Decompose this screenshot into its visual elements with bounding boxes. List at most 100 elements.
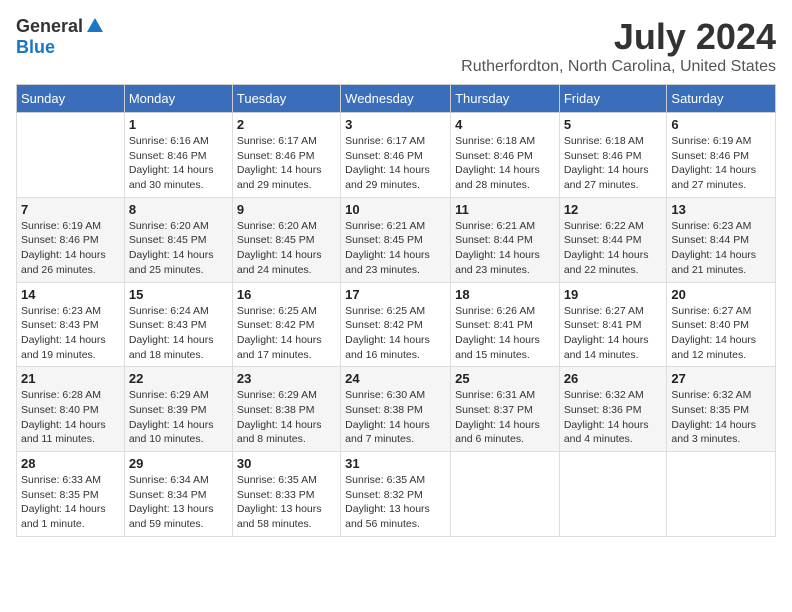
calendar-cell: 21 Sunrise: 6:28 AM Sunset: 8:40 PM Dayli…: [17, 367, 125, 452]
calendar-week-2: 14Sunrise: 6:23 AM Sunset: 8:43 PM Dayli…: [17, 282, 776, 367]
day-number: 11: [455, 202, 555, 217]
calendar-cell: 11Sunrise: 6:21 AM Sunset: 8:44 PM Dayli…: [451, 197, 560, 282]
month-title: July 2024: [461, 16, 776, 58]
logo-general-text: General: [16, 16, 83, 37]
day-number: 25: [455, 371, 555, 386]
day-number: 1: [129, 117, 228, 132]
calendar-cell: 29Sunrise: 6:34 AM Sunset: 8:34 PM Dayli…: [124, 452, 232, 537]
day-info: Sunrise: 6:20 AM Sunset: 8:45 PM Dayligh…: [129, 219, 228, 278]
calendar-cell: 30Sunrise: 6:35 AM Sunset: 8:33 PM Dayli…: [232, 452, 340, 537]
day-number: 26: [564, 371, 663, 386]
day-info: Sunrise: 6:18 AM Sunset: 8:46 PM Dayligh…: [564, 134, 663, 193]
day-info: Sunrise: 6:31 AM Sunset: 8:37 PM Dayligh…: [455, 388, 555, 447]
day-number: 17: [345, 287, 446, 302]
day-info: Sunrise: 6:22 AM Sunset: 8:44 PM Dayligh…: [564, 219, 663, 278]
day-info: Sunrise: 6:27 AM Sunset: 8:41 PM Dayligh…: [564, 304, 663, 363]
day-info: Sunrise: 6:29 AM Sunset: 8:39 PM Dayligh…: [129, 388, 228, 447]
header-friday: Friday: [559, 85, 667, 113]
header-saturday: Saturday: [667, 85, 776, 113]
calendar-cell: 26 Sunrise: 6:32 AM Sunset: 8:36 PM Dayli…: [559, 367, 667, 452]
calendar-cell: [559, 452, 667, 537]
calendar-cell: 22 Sunrise: 6:29 AM Sunset: 8:39 PM Dayli…: [124, 367, 232, 452]
day-number: 19: [564, 287, 663, 302]
day-number: 10: [345, 202, 446, 217]
logo-blue-text: Blue: [16, 37, 55, 58]
day-info: Sunrise: 6:25 AM Sunset: 8:42 PM Dayligh…: [237, 304, 336, 363]
day-number: 18: [455, 287, 555, 302]
calendar-cell: [451, 452, 560, 537]
day-number: 2: [237, 117, 336, 132]
day-number: 28: [21, 456, 120, 471]
calendar-week-3: 21 Sunrise: 6:28 AM Sunset: 8:40 PM Dayli…: [17, 367, 776, 452]
day-number: 15: [129, 287, 228, 302]
day-info: Sunrise: 6:16 AM Sunset: 8:46 PM Dayligh…: [129, 134, 228, 193]
day-number: 4: [455, 117, 555, 132]
location-title: Rutherfordton, North Carolina, United St…: [461, 58, 776, 76]
calendar-cell: 23 Sunrise: 6:29 AM Sunset: 8:38 PM Dayli…: [232, 367, 340, 452]
day-number: 27: [671, 371, 771, 386]
day-info: Sunrise: 6:24 AM Sunset: 8:43 PM Dayligh…: [129, 304, 228, 363]
day-number: 7: [21, 202, 120, 217]
day-info: Sunrise: 6:34 AM Sunset: 8:34 PM Dayligh…: [129, 473, 228, 532]
day-number: 13: [671, 202, 771, 217]
day-number: 22: [129, 371, 228, 386]
calendar-cell: 28 Sunrise: 6:33 AM Sunset: 8:35 PM Dayli…: [17, 452, 125, 537]
calendar-week-1: 7 Sunrise: 6:19 AM Sunset: 8:46 PM Daylig…: [17, 197, 776, 282]
day-info: Sunrise: 6:19 AM Sunset: 8:46 PM Dayligh…: [671, 134, 771, 193]
day-number: 23: [237, 371, 336, 386]
calendar-cell: 10Sunrise: 6:21 AM Sunset: 8:45 PM Dayli…: [341, 197, 451, 282]
calendar-cell: 8 Sunrise: 6:20 AM Sunset: 8:45 PM Daylig…: [124, 197, 232, 282]
day-number: 5: [564, 117, 663, 132]
calendar-cell: 31Sunrise: 6:35 AM Sunset: 8:32 PM Dayli…: [341, 452, 451, 537]
calendar-cell: 20Sunrise: 6:27 AM Sunset: 8:40 PM Dayli…: [667, 282, 776, 367]
calendar-cell: 25 Sunrise: 6:31 AM Sunset: 8:37 PM Dayli…: [451, 367, 560, 452]
day-info: Sunrise: 6:18 AM Sunset: 8:46 PM Dayligh…: [455, 134, 555, 193]
calendar-cell: 15 Sunrise: 6:24 AM Sunset: 8:43 PM Dayli…: [124, 282, 232, 367]
calendar-cell: 4 Sunrise: 6:18 AM Sunset: 8:46 PM Daylig…: [451, 113, 560, 198]
calendar-cell: 18 Sunrise: 6:26 AM Sunset: 8:41 PM Dayli…: [451, 282, 560, 367]
calendar-cell: 12 Sunrise: 6:22 AM Sunset: 8:44 PM Dayli…: [559, 197, 667, 282]
calendar-cell: 24Sunrise: 6:30 AM Sunset: 8:38 PM Dayli…: [341, 367, 451, 452]
day-info: Sunrise: 6:19 AM Sunset: 8:46 PM Dayligh…: [21, 219, 120, 278]
calendar-cell: 1 Sunrise: 6:16 AM Sunset: 8:46 PM Daylig…: [124, 113, 232, 198]
day-number: 16: [237, 287, 336, 302]
day-number: 31: [345, 456, 446, 471]
calendar-cell: 19 Sunrise: 6:27 AM Sunset: 8:41 PM Dayli…: [559, 282, 667, 367]
day-info: Sunrise: 6:28 AM Sunset: 8:40 PM Dayligh…: [21, 388, 120, 447]
title-area: July 2024 Rutherfordton, North Carolina,…: [461, 16, 776, 76]
calendar-cell: [667, 452, 776, 537]
day-info: Sunrise: 6:25 AM Sunset: 8:42 PM Dayligh…: [345, 304, 446, 363]
calendar-cell: 6 Sunrise: 6:19 AM Sunset: 8:46 PM Daylig…: [667, 113, 776, 198]
calendar-cell: 14Sunrise: 6:23 AM Sunset: 8:43 PM Dayli…: [17, 282, 125, 367]
day-info: Sunrise: 6:32 AM Sunset: 8:35 PM Dayligh…: [671, 388, 771, 447]
day-number: 3: [345, 117, 446, 132]
day-info: Sunrise: 6:20 AM Sunset: 8:45 PM Dayligh…: [237, 219, 336, 278]
day-info: Sunrise: 6:29 AM Sunset: 8:38 PM Dayligh…: [237, 388, 336, 447]
calendar-table: SundayMondayTuesdayWednesdayThursdayFrid…: [16, 84, 776, 537]
calendar-header-row: SundayMondayTuesdayWednesdayThursdayFrid…: [17, 85, 776, 113]
header-tuesday: Tuesday: [232, 85, 340, 113]
day-number: 21: [21, 371, 120, 386]
day-info: Sunrise: 6:32 AM Sunset: 8:36 PM Dayligh…: [564, 388, 663, 447]
calendar-week-4: 28 Sunrise: 6:33 AM Sunset: 8:35 PM Dayli…: [17, 452, 776, 537]
day-info: Sunrise: 6:26 AM Sunset: 8:41 PM Dayligh…: [455, 304, 555, 363]
day-number: 6: [671, 117, 771, 132]
logo: General Blue: [16, 16, 105, 58]
calendar-cell: 17 Sunrise: 6:25 AM Sunset: 8:42 PM Dayli…: [341, 282, 451, 367]
calendar-cell: 5 Sunrise: 6:18 AM Sunset: 8:46 PM Daylig…: [559, 113, 667, 198]
calendar-week-0: 1 Sunrise: 6:16 AM Sunset: 8:46 PM Daylig…: [17, 113, 776, 198]
day-number: 9: [237, 202, 336, 217]
day-number: 24: [345, 371, 446, 386]
calendar-cell: 16 Sunrise: 6:25 AM Sunset: 8:42 PM Dayli…: [232, 282, 340, 367]
calendar-cell: 9 Sunrise: 6:20 AM Sunset: 8:45 PM Daylig…: [232, 197, 340, 282]
header-monday: Monday: [124, 85, 232, 113]
day-info: Sunrise: 6:33 AM Sunset: 8:35 PM Dayligh…: [21, 473, 120, 532]
day-number: 20: [671, 287, 771, 302]
day-number: 8: [129, 202, 228, 217]
day-number: 14: [21, 287, 120, 302]
header-sunday: Sunday: [17, 85, 125, 113]
logo-triangle-icon: [85, 16, 105, 36]
calendar-cell: 2Sunrise: 6:17 AM Sunset: 8:46 PM Daylig…: [232, 113, 340, 198]
day-info: Sunrise: 6:17 AM Sunset: 8:46 PM Dayligh…: [345, 134, 446, 193]
day-number: 12: [564, 202, 663, 217]
